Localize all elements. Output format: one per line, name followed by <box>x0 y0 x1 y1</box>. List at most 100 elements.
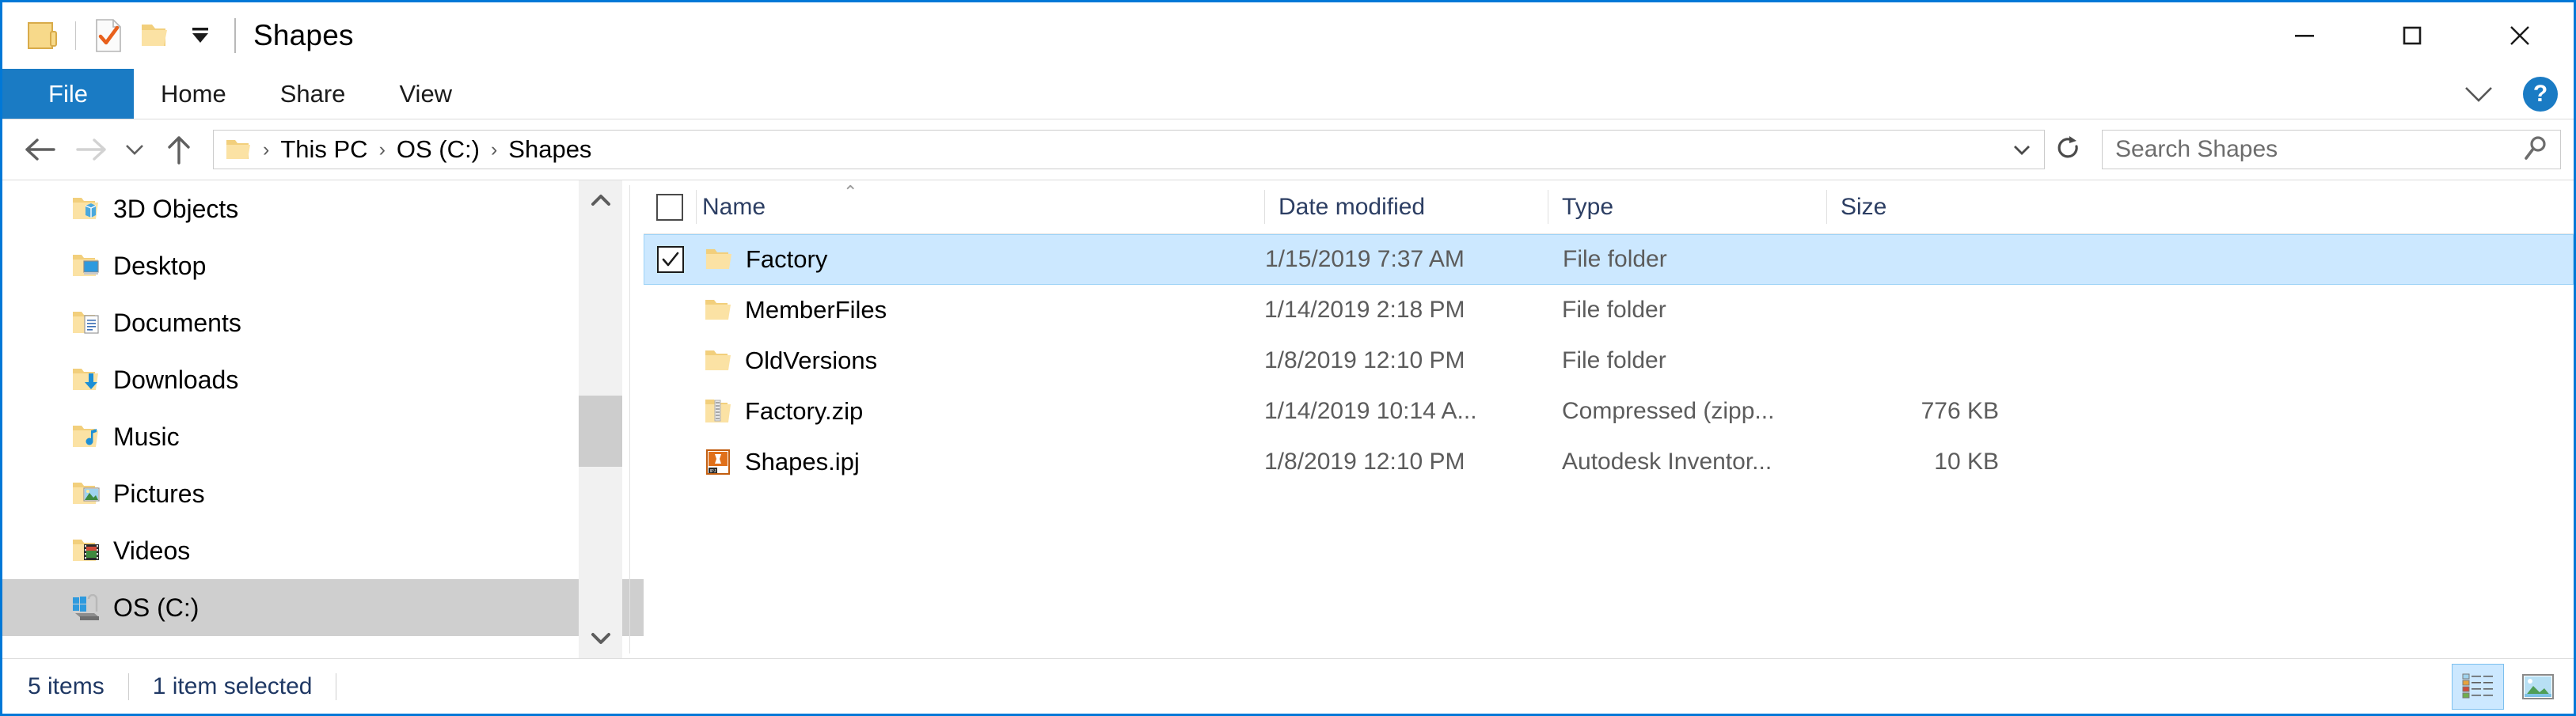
new-folder-icon[interactable] <box>131 13 177 59</box>
tab-view[interactable]: View <box>372 69 479 119</box>
folder-icon[interactable] <box>20 13 66 59</box>
tab-file[interactable]: File <box>2 69 134 119</box>
nav-item-os-c[interactable]: OS (C:) <box>2 579 644 636</box>
column-header-row: Name ⌃ Date modified Type Size <box>644 180 2574 234</box>
folder-icon <box>703 244 735 275</box>
tab-share[interactable]: Share <box>253 69 373 119</box>
nav-item-label: OS (C:) <box>113 593 199 622</box>
column-header-label: Name <box>702 193 766 220</box>
row-type-cell: Autodesk Inventor... <box>1562 449 1772 475</box>
selection-status: 1 item selected <box>152 672 313 699</box>
nav-item-label: Desktop <box>113 251 207 280</box>
row-name-cell[interactable]: Factory.zip <box>696 396 1264 427</box>
minimize-button[interactable] <box>2251 2 2358 69</box>
column-header-size[interactable]: Size <box>1826 180 2013 233</box>
window-title: Shapes <box>253 19 354 51</box>
file-list: Factory 1/15/2019 7:37 AM File folder Me… <box>644 234 2574 658</box>
help-button[interactable]: ? <box>2520 74 2561 115</box>
row-size-cell: 776 KB <box>1921 398 1999 424</box>
scroll-down-arrow-icon[interactable] <box>579 619 622 658</box>
item-count: 5 items <box>28 672 104 699</box>
checkbox-checked-icon <box>657 246 684 273</box>
folder-music-icon <box>70 421 102 453</box>
question-mark-icon: ? <box>2523 77 2558 112</box>
explorer-window: Shapes File Home Share View ? › This PC … <box>0 0 2576 716</box>
row-date-cell: 1/8/2019 12:10 PM <box>1264 449 1465 475</box>
forward-button[interactable] <box>66 125 115 174</box>
breadcrumb-item-shapes[interactable]: Shapes <box>503 135 596 164</box>
nav-item-music[interactable]: Music <box>2 408 644 465</box>
address-bar: › This PC › OS (C:) › Shapes <box>2 119 2574 180</box>
folder-desktop-icon <box>70 250 102 282</box>
breadcrumb-folder-icon <box>225 138 252 161</box>
zip-icon <box>702 396 734 427</box>
maximize-button[interactable] <box>2358 2 2466 69</box>
file-name: MemberFiles <box>745 296 887 324</box>
breadcrumb-right-controls <box>2000 131 2044 169</box>
row-checkbox-cell[interactable] <box>644 246 697 273</box>
search-input[interactable] <box>2115 136 2522 163</box>
table-row[interactable]: IPJ Shapes.ipj 1/8/2019 12:10 PM Autodes… <box>644 437 2574 487</box>
folder-icon <box>702 345 734 377</box>
column-header-type[interactable]: Type <box>1548 180 1826 233</box>
breadcrumb-item-this-pc[interactable]: This PC <box>275 135 372 164</box>
nav-item-desktop[interactable]: Desktop <box>2 237 644 294</box>
table-row[interactable]: Factory.zip 1/14/2019 10:14 A... Compres… <box>644 386 2574 437</box>
nav-item-3d-objects[interactable]: 3D Objects <box>2 180 644 237</box>
nav-item-videos[interactable]: Videos <box>2 522 644 579</box>
row-date-cell: 1/14/2019 10:14 A... <box>1264 398 1477 424</box>
pane-divider[interactable] <box>629 185 630 653</box>
nav-item-label: Music <box>113 422 180 451</box>
title-bar: Shapes <box>2 2 2574 69</box>
row-date-cell: 1/8/2019 12:10 PM <box>1264 347 1465 373</box>
refresh-icon[interactable] <box>2046 130 2091 169</box>
folder-documents-icon <box>70 307 102 339</box>
back-button[interactable] <box>17 125 66 174</box>
collapse-ribbon-chevron-down-icon[interactable] <box>2458 74 2499 115</box>
row-name-cell[interactable]: OldVersions <box>696 345 1264 377</box>
scrollbar-thumb[interactable] <box>579 396 622 467</box>
nav-item-downloads[interactable]: Downloads <box>2 351 644 408</box>
row-name-cell[interactable]: IPJ Shapes.ipj <box>696 446 1264 478</box>
breadcrumb-separator-0: › <box>263 138 270 161</box>
file-name: Factory.zip <box>745 397 864 425</box>
breadcrumb-item-os-c[interactable]: OS (C:) <box>392 135 484 164</box>
row-name-cell[interactable]: Factory <box>697 244 1265 275</box>
large-icons-view-button[interactable] <box>2512 664 2564 710</box>
column-header-label: Date modified <box>1279 193 1426 220</box>
select-all-checkbox[interactable] <box>644 180 696 233</box>
column-header-label: Type <box>1562 193 1614 220</box>
close-button[interactable] <box>2466 2 2574 69</box>
details-view-button[interactable] <box>2452 664 2504 710</box>
tab-home[interactable]: Home <box>134 69 253 119</box>
column-header-name[interactable]: Name ⌃ <box>696 180 1264 233</box>
ribbon-right-controls: ? <box>2458 69 2561 119</box>
breadcrumb-separator-2[interactable]: › <box>484 138 503 161</box>
table-row[interactable]: MemberFiles 1/14/2019 2:18 PM File folde… <box>644 285 2574 335</box>
status-bar: 5 items 1 item selected <box>2 658 2574 714</box>
chevron-down-icon[interactable] <box>177 13 223 59</box>
checkbox-icon <box>656 193 683 221</box>
search-icon[interactable] <box>2522 134 2551 166</box>
folder-icon <box>702 294 734 326</box>
row-name-cell[interactable]: MemberFiles <box>696 294 1264 326</box>
nav-item-label: Videos <box>113 536 191 565</box>
table-row[interactable]: Factory 1/15/2019 7:37 AM File folder <box>644 234 2574 285</box>
recent-locations-chevron-down-icon[interactable] <box>115 125 154 174</box>
properties-icon[interactable] <box>85 13 131 59</box>
title-separator <box>234 18 236 53</box>
navigation-pane-scrollbar[interactable] <box>579 180 622 658</box>
column-header-date-modified[interactable]: Date modified <box>1264 180 1548 233</box>
previous-locations-chevron-down-icon[interactable] <box>2000 131 2044 169</box>
search-box[interactable] <box>2102 130 2561 169</box>
table-row[interactable]: OldVersions 1/8/2019 12:10 PM File folde… <box>644 335 2574 386</box>
breadcrumb-bar[interactable]: › This PC › OS (C:) › Shapes <box>213 130 2045 169</box>
ribbon-tab-bar: File Home Share View ? <box>2 69 2574 119</box>
status-separator <box>127 672 129 700</box>
breadcrumb-separator-1[interactable]: › <box>373 138 392 161</box>
nav-item-documents[interactable]: Documents <box>2 294 644 351</box>
up-button[interactable] <box>154 125 203 174</box>
file-name: OldVersions <box>745 347 878 374</box>
scroll-up-arrow-icon[interactable] <box>579 180 622 220</box>
nav-item-pictures[interactable]: Pictures <box>2 465 644 522</box>
